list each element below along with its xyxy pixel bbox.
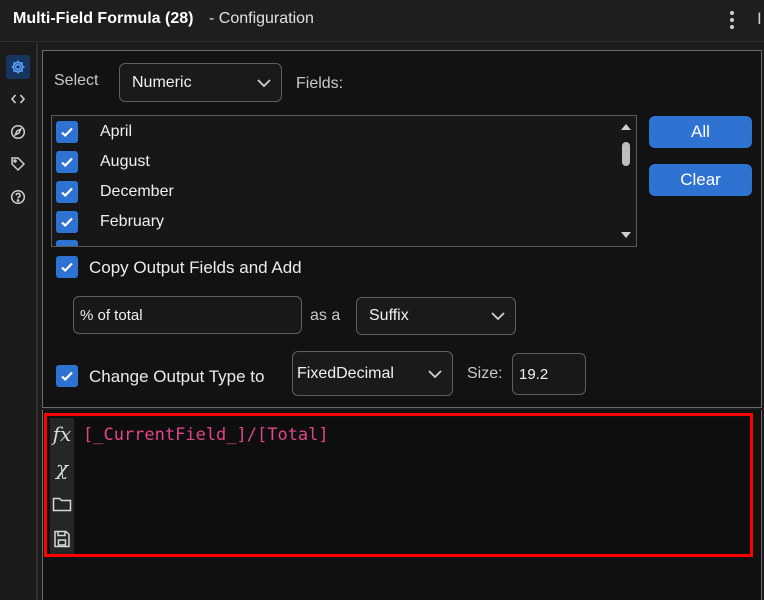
size-label: Size:	[467, 365, 503, 382]
list-item[interactable]: August	[52, 147, 617, 177]
title-bar: Multi-Field Formula (28) - Configuration…	[0, 0, 764, 42]
field-checkbox[interactable]	[56, 211, 78, 233]
fields-scrollbar[interactable]	[616, 116, 636, 246]
fields-list[interactable]: April August December February	[51, 115, 637, 247]
list-item[interactable]: December	[52, 177, 617, 207]
field-name: August	[100, 153, 150, 170]
check-icon	[61, 371, 73, 382]
configuration-panel: Select Numeric Fields: April August Dece…	[42, 50, 762, 408]
check-icon	[61, 262, 73, 273]
position-value: Suffix	[369, 307, 409, 324]
check-icon	[61, 127, 73, 138]
function-icon[interactable]: fx	[50, 419, 74, 449]
tool-title: Multi-Field Formula (28)	[13, 10, 194, 27]
select-all-button[interactable]: All	[649, 116, 752, 148]
check-icon	[61, 157, 73, 168]
list-item[interactable]: February	[52, 207, 617, 237]
field-checkbox[interactable]	[56, 121, 78, 143]
output-type-dropdown[interactable]: FixedDecimal	[292, 351, 453, 396]
scroll-up-icon[interactable]	[621, 124, 631, 130]
change-type-label: Change Output Type to	[89, 367, 265, 386]
copy-output-label: Copy Output Fields and Add	[89, 258, 302, 277]
fields-label: Fields:	[296, 75, 344, 92]
size-value: 19.2	[519, 365, 549, 383]
scroll-thumb[interactable]	[622, 142, 630, 166]
configuration-label: - Configuration	[209, 10, 314, 27]
formula-toolbar: fx χ	[50, 418, 74, 554]
field-name: April	[100, 123, 133, 140]
gear-icon[interactable]	[6, 55, 30, 79]
config-sidebar	[0, 43, 36, 600]
tag-icon[interactable]	[6, 152, 30, 176]
save-icon[interactable]	[50, 524, 74, 554]
clear-button[interactable]: Clear	[649, 164, 752, 196]
as-a-label: as a	[310, 307, 341, 324]
suffix-text-value: % of total	[80, 306, 143, 324]
position-dropdown[interactable]: Suffix	[356, 297, 516, 335]
chevron-down-icon	[257, 78, 271, 87]
field-name: December	[100, 183, 174, 200]
chevron-down-icon	[491, 312, 505, 320]
select-label: Select	[54, 72, 99, 89]
chevron-down-icon	[428, 369, 442, 378]
variable-icon[interactable]: χ	[50, 453, 74, 483]
formula-editor[interactable]: [_CurrentField_]/[Total]	[76, 418, 748, 554]
field-type-value: Numeric	[132, 73, 192, 91]
field-checkbox[interactable]	[56, 181, 78, 203]
sidebar-divider	[36, 43, 38, 600]
scroll-down-icon[interactable]	[621, 232, 631, 238]
panel-edge-glyph: Ⅰ	[757, 11, 762, 28]
folder-icon[interactable]	[50, 489, 74, 519]
code-icon[interactable]	[6, 87, 30, 111]
check-icon	[61, 187, 73, 198]
formula-expression: [_CurrentField_]/[Total]	[83, 425, 329, 445]
suffix-text-input[interactable]: % of total	[73, 296, 302, 334]
output-type-value: FixedDecimal	[297, 364, 394, 382]
list-item[interactable]: April	[52, 117, 617, 147]
field-checkbox-partial[interactable]	[56, 240, 78, 246]
field-type-dropdown[interactable]: Numeric	[119, 63, 282, 102]
compass-icon[interactable]	[6, 120, 30, 144]
change-type-checkbox[interactable]	[56, 365, 78, 387]
help-icon[interactable]	[6, 185, 30, 209]
check-icon	[61, 217, 73, 228]
more-options-icon[interactable]	[726, 9, 738, 31]
copy-output-checkbox[interactable]	[56, 256, 78, 278]
field-name: February	[100, 213, 165, 230]
field-checkbox[interactable]	[56, 151, 78, 173]
size-input[interactable]: 19.2	[512, 353, 586, 395]
